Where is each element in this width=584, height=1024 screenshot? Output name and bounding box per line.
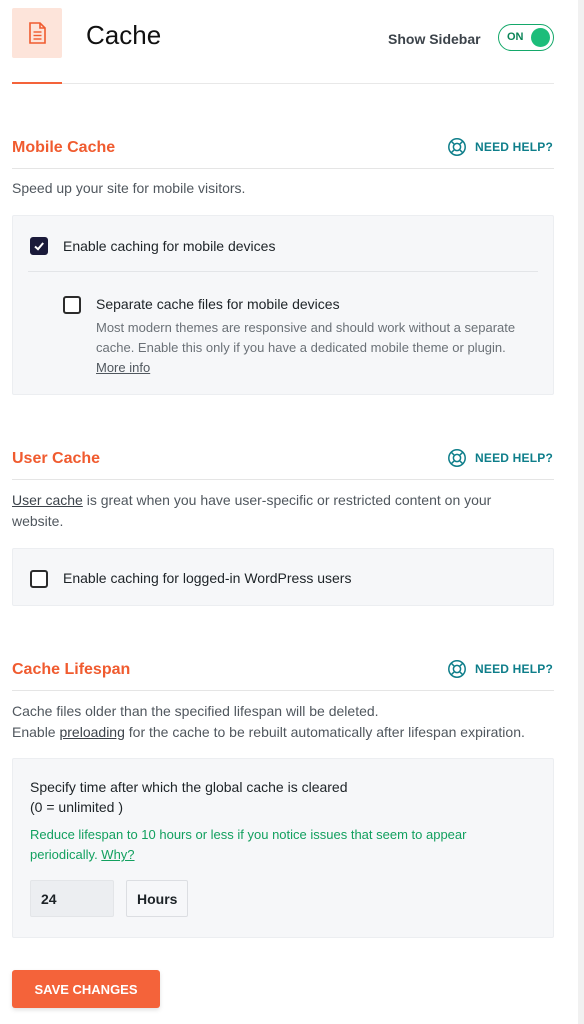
preloading-link[interactable]: preloading: [59, 724, 124, 740]
checkmark-icon: [34, 242, 44, 251]
separate-cache-desc-line2: cache. Enable this only if you have a de…: [96, 340, 506, 355]
why-link[interactable]: Why?: [101, 847, 134, 862]
lifespan-note-line1: Reduce lifespan to 10 hours or less if y…: [30, 827, 467, 842]
mobile-cache-title: Mobile Cache: [12, 139, 116, 156]
mobile-cache-checkbox[interactable]: [30, 237, 48, 255]
toggle-state-text: ON: [507, 31, 524, 43]
toggle-knob: [531, 28, 550, 47]
page-title: Cache: [86, 20, 162, 50]
user-cache-description-line1: User cache is great when you have user-s…: [12, 490, 491, 511]
lifespan-need-help-link[interactable]: NEED HELP?: [447, 659, 553, 679]
lifespan-description-line2: Enable preloading for the cache to be re…: [12, 722, 525, 743]
lifespan-note-pre: periodically.: [30, 847, 102, 862]
lifespan-panel-title-line2: (0 = unlimited ): [30, 799, 123, 815]
lifebuoy-icon: [448, 660, 466, 678]
page-icon-tile: [12, 8, 62, 58]
lifespan-desc-pre: Enable: [12, 724, 60, 740]
more-info-link[interactable]: More info: [96, 358, 150, 378]
show-sidebar-label: Show Sidebar: [388, 31, 481, 47]
lifespan-section-divider: [12, 690, 554, 691]
mobile-cache-label: Enable caching for mobile devices: [63, 238, 276, 254]
mobile-section-divider: [12, 168, 554, 169]
user-section-divider: [12, 479, 554, 480]
save-changes-button[interactable]: SAVE CHANGES: [12, 970, 160, 1008]
lifespan-panel-title-line1: Specify time after which the global cach…: [30, 779, 348, 795]
cache-lifespan-title: Cache Lifespan: [12, 661, 131, 678]
lifebuoy-icon: [448, 449, 466, 467]
more-info-text: More info: [96, 360, 151, 375]
lifespan-description-line1: Cache files older than the specified lif…: [12, 703, 379, 719]
logged-in-cache-checkbox[interactable]: [30, 570, 48, 588]
user-cache-description-line2: website.: [12, 513, 64, 529]
user-need-help-link[interactable]: NEED HELP?: [447, 448, 553, 468]
need-help-label: NEED HELP?: [475, 140, 554, 154]
separate-cache-label: Separate cache files for mobile devices: [96, 296, 340, 312]
mobile-cache-description: Speed up your site for mobile visitors.: [12, 180, 246, 196]
mobile-need-help-link[interactable]: NEED HELP?: [447, 137, 553, 157]
user-cache-desc-text: is great when you have user-specific or …: [82, 492, 492, 508]
lifespan-desc-post: for the cache to be rebuilt automaticall…: [124, 724, 525, 740]
lifespan-unit-label: Hours: [126, 880, 188, 917]
right-scroll-edge: [578, 0, 584, 1024]
header-accent-bar: [12, 82, 62, 84]
lifebuoy-icon: [448, 138, 466, 156]
separate-cache-checkbox[interactable]: [63, 296, 81, 314]
separate-cache-desc-line1: Most modern themes are responsive and sh…: [96, 320, 516, 335]
need-help-label: NEED HELP?: [475, 451, 554, 465]
header-divider: [12, 83, 554, 84]
mobile-panel-divider: [28, 271, 538, 272]
need-help-label: NEED HELP?: [475, 662, 554, 676]
document-icon: [29, 22, 46, 44]
lifespan-value-input[interactable]: 24: [30, 880, 114, 917]
lifespan-note-line2: periodically. Why?: [30, 845, 135, 865]
logged-in-cache-label: Enable caching for logged-in WordPress u…: [63, 570, 352, 586]
user-cache-title: User Cache: [12, 450, 101, 467]
show-sidebar-toggle[interactable]: ON: [498, 24, 554, 51]
user-cache-link[interactable]: User cache: [12, 492, 83, 508]
